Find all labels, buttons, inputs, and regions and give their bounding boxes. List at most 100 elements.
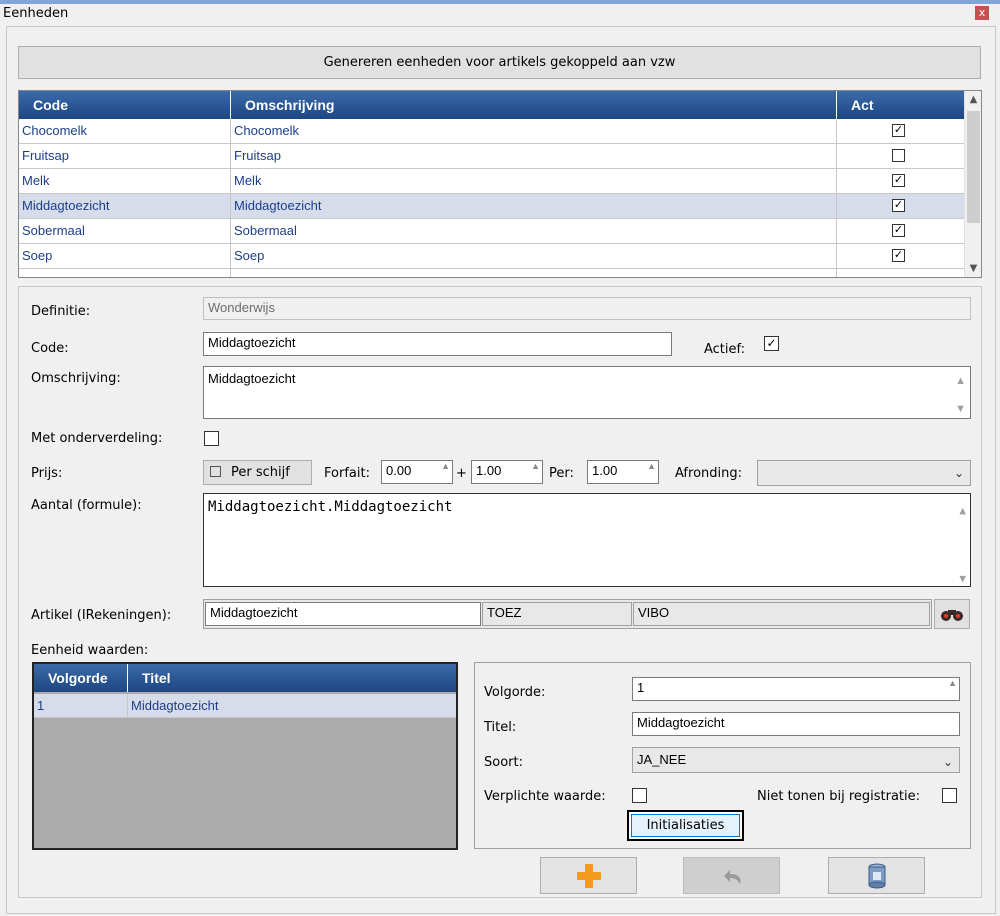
per-schijf-toggle[interactable]: Per schijf (203, 460, 312, 485)
scroll-up-icon[interactable]: ▲ (955, 369, 966, 393)
cell-code: Chocomelk (19, 119, 231, 143)
grid-vertical-scrollbar[interactable]: ▲ ▼ (964, 91, 981, 277)
soort-label: Soort: (484, 755, 523, 770)
cell-code: Middagtoezicht (19, 194, 231, 218)
omschrijving-label: Omschrijving: (31, 371, 121, 386)
per-schijf-label: Per schijf (231, 465, 290, 480)
soort-value: JA_NEE (637, 752, 687, 767)
per-field[interactable]: 1.00 ▲ (587, 460, 659, 484)
undo-icon (724, 870, 741, 884)
cell-act: ✓ (837, 119, 964, 143)
table-row[interactable]: Soep Soep ✓ (19, 244, 964, 269)
chevron-down-icon: ⌄ (942, 755, 953, 769)
plus-value: 1.00 (476, 463, 502, 478)
per-schijf-checkbox-icon (210, 466, 221, 477)
table-row[interactable]: Melk Melk ✓ (19, 169, 964, 194)
afronding-dropdown[interactable]: ⌄ (757, 460, 971, 486)
prijs-label: Prijs: (31, 466, 63, 481)
cell-act: ✓ (837, 194, 964, 218)
definitie-field: Wonderwijs (203, 297, 971, 320)
title-bar (0, 4, 1000, 26)
artikel-code-field: TOEZ (482, 602, 632, 626)
scroll-up-icon[interactable]: ▲ (959, 498, 966, 524)
cell-act: ✓ (837, 219, 964, 243)
cell-omschrijving: Sobermaal (231, 219, 837, 243)
titel-field[interactable]: Middagtoezicht (632, 712, 960, 736)
soort-dropdown[interactable]: JA_NEE ⌄ (632, 747, 960, 773)
cell-omschrijving: Middagtoezicht (231, 194, 837, 218)
act-checkbox[interactable]: ✓ (892, 199, 905, 212)
per-value: 1.00 (592, 463, 618, 478)
cell-code (19, 269, 231, 277)
table-row-selected[interactable]: 1 Middagtoezicht (34, 694, 456, 718)
spin-up-icon[interactable]: ▲ (948, 679, 957, 688)
column-header-act[interactable]: Act (837, 91, 964, 119)
scrollbar-thumb[interactable] (967, 111, 980, 223)
plus-field[interactable]: 1.00 ▲ (471, 460, 543, 484)
add-button[interactable] (540, 857, 637, 894)
cell-titel: Middagtoezicht (131, 698, 219, 713)
artikel-name-field[interactable]: Middagtoezicht (205, 602, 481, 626)
forfait-field[interactable]: 0.00 ▲ (381, 460, 453, 484)
aantal-label: Aantal (formule): (31, 498, 142, 513)
act-checkbox[interactable]: ✓ (892, 124, 905, 137)
cell-code: Melk (19, 169, 231, 193)
verplicht-checkbox[interactable] (632, 788, 647, 803)
table-row-partial[interactable] (19, 269, 964, 277)
omschrijving-value: Middagtoezicht (208, 371, 296, 386)
plus-icon (577, 864, 601, 888)
onderverdeling-checkbox[interactable] (204, 431, 219, 446)
cell-omschrijving: Chocomelk (231, 119, 837, 143)
scroll-down-icon[interactable]: ▼ (965, 260, 981, 277)
cell-act: ✓ (837, 169, 964, 193)
aantal-formula-field[interactable]: Middagtoezicht.Middagtoezicht ▲ ▼ (203, 493, 971, 587)
artikel-label: Artikel (IRekeningen): (31, 608, 172, 623)
definitie-label: Definitie: (31, 304, 91, 319)
spin-up-icon[interactable]: ▲ (647, 462, 656, 471)
table-row-selected[interactable]: Middagtoezicht Middagtoezicht ✓ (19, 194, 964, 219)
volgorde-field[interactable]: 1 ▲ (632, 677, 960, 701)
act-checkbox[interactable]: ✓ (892, 174, 905, 187)
cell-act (837, 144, 964, 168)
forfait-label: Forfait: (324, 466, 370, 481)
generate-units-button[interactable]: Genereren eenheden voor artikels gekoppe… (18, 46, 981, 79)
undo-button[interactable] (683, 857, 780, 894)
column-header-volgorde[interactable]: Volgorde (34, 664, 128, 692)
scroll-down-icon[interactable]: ▼ (955, 397, 966, 418)
code-field[interactable]: Middagtoezicht (203, 332, 672, 356)
table-row[interactable]: Sobermaal Sobermaal ✓ (19, 219, 964, 244)
cell-code: Soep (19, 244, 231, 268)
unit-values-grid: Volgorde Titel 1 Middagtoezicht (32, 662, 458, 850)
column-header-omschrijving[interactable]: Omschrijving (231, 91, 837, 119)
search-artikel-button[interactable] (934, 599, 970, 629)
close-icon: x (978, 6, 986, 19)
scroll-up-icon[interactable]: ▲ (965, 91, 981, 108)
act-checkbox[interactable] (892, 149, 905, 162)
eenheid-waarden-label: Eenheid waarden: (31, 643, 149, 658)
units-grid: Code Omschrijving Act Chocomelk Chocomel… (18, 90, 982, 278)
volgorde-value: 1 (637, 680, 645, 695)
cell-code: Sobermaal (19, 219, 231, 243)
act-checkbox[interactable]: ✓ (892, 224, 905, 237)
column-header-code[interactable]: Code (19, 91, 231, 119)
column-header-titel[interactable]: Titel (128, 664, 456, 692)
volgorde-label: Volgorde: (484, 685, 546, 700)
cell-code: Fruitsap (19, 144, 231, 168)
onderverdeling-label: Met onderverdeling: (31, 431, 163, 446)
cell-act (837, 269, 964, 277)
omschrijving-field[interactable]: Middagtoezicht ▲ ▼ (203, 366, 971, 419)
spin-up-icon[interactable]: ▲ (441, 462, 450, 471)
spin-up-icon[interactable]: ▲ (531, 462, 540, 471)
act-checkbox[interactable]: ✓ (892, 249, 905, 262)
table-row[interactable]: Fruitsap Fruitsap (19, 144, 964, 169)
close-button[interactable]: x (975, 6, 989, 20)
cell-act: ✓ (837, 244, 964, 268)
actief-checkbox[interactable]: ✓ (764, 336, 779, 351)
artikel-vzw-field: VIBO (633, 602, 930, 626)
scroll-down-icon[interactable]: ▼ (959, 566, 966, 586)
save-button[interactable] (828, 857, 925, 894)
save-icon (868, 863, 886, 889)
initialisaties-button[interactable]: Initialisaties (631, 814, 740, 837)
niet-tonen-checkbox[interactable] (942, 788, 957, 803)
table-row[interactable]: Chocomelk Chocomelk ✓ (19, 119, 964, 144)
